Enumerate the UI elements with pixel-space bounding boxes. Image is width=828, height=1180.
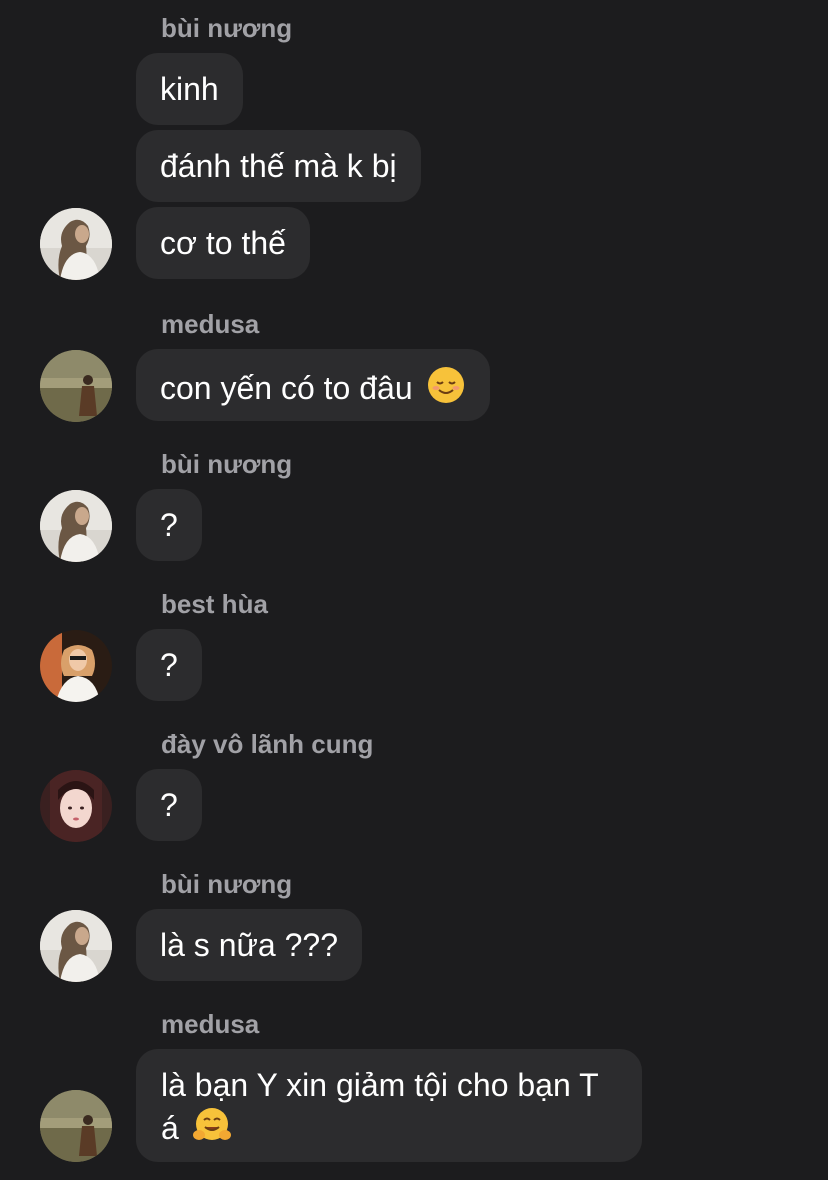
sender-name: best hùa <box>161 589 268 619</box>
message-text: ? <box>160 647 178 683</box>
message-bubble[interactable]: là bạn Y xin giảm tội cho bạn T á <box>136 1049 642 1162</box>
sender-name: đày vô lãnh cung <box>161 729 374 759</box>
avatar-day-vo-lanh-cung[interactable] <box>40 770 112 842</box>
message-bubble[interactable]: cơ to thế <box>136 207 310 279</box>
message-text: con yến có to đâu <box>160 370 413 406</box>
sender-name: bùi nương <box>161 449 293 479</box>
avatar-bui-nuong[interactable] <box>40 910 112 982</box>
message-text: ? <box>160 507 178 543</box>
message-bubble[interactable]: ? <box>136 629 202 701</box>
avatar-bui-nuong[interactable] <box>40 208 112 280</box>
message-text: cơ to thế <box>160 225 286 261</box>
group-chat-thread: bùi nương kinh đánh thế mà k bị cơ to th… <box>0 0 828 1180</box>
message-text: là s nữa ??? <box>160 927 338 963</box>
avatar-medusa[interactable] <box>40 1090 112 1162</box>
hugging-face-emoji <box>192 1105 232 1145</box>
message-bubble[interactable]: kinh <box>136 53 243 125</box>
sender-name: medusa <box>161 309 260 339</box>
message-text: ? <box>160 787 178 823</box>
avatar-bui-nuong[interactable] <box>40 490 112 562</box>
message-text: kinh <box>160 71 219 107</box>
message-text: đánh thế mà k bị <box>160 148 397 184</box>
message-bubble[interactable]: ? <box>136 769 202 841</box>
avatar-medusa[interactable] <box>40 350 112 422</box>
relieved-smile-emoji <box>426 365 466 405</box>
message-bubble[interactable]: ? <box>136 489 202 561</box>
message-bubble[interactable]: là s nữa ??? <box>136 909 362 981</box>
sender-name: bùi nương <box>161 869 293 899</box>
message-bubble[interactable]: con yến có to đâu <box>136 349 490 421</box>
message-bubble[interactable]: đánh thế mà k bị <box>136 130 421 202</box>
sender-name: medusa <box>161 1009 260 1039</box>
avatar-best-hua[interactable] <box>40 630 112 702</box>
sender-name: bùi nương <box>161 13 293 43</box>
